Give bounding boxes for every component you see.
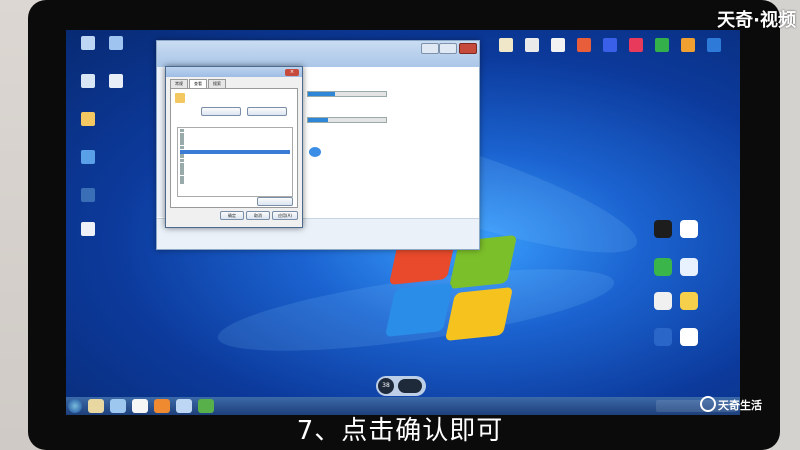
browser-icon[interactable] [680,220,698,238]
setting-row[interactable] [180,145,290,150]
app-icon [603,38,617,52]
app-icon[interactable] [680,292,698,310]
app-icon [577,38,591,52]
dialog-panel [170,88,298,208]
desktop-icon[interactable] [96,36,136,52]
setting-row-selected[interactable] [180,149,290,154]
dialog-tabs[interactable]: 常规 查看 搜索 [170,79,227,88]
network-icon [109,36,123,50]
setting-row[interactable] [180,141,290,146]
computer-icon [81,36,95,50]
app-icon[interactable] [680,328,698,346]
setting-row[interactable] [180,167,290,171]
gadget-value: 38 [378,378,394,394]
desktop-icon[interactable] [68,150,108,166]
desktop-icon[interactable] [68,188,108,204]
drive-item[interactable] [307,89,387,97]
apply-to-folders-button[interactable] [201,107,241,116]
app-icon[interactable] [654,292,672,310]
tab-general[interactable]: 常规 [170,79,188,88]
file-icon [499,38,513,52]
file-icon [551,38,565,52]
desktop-icon[interactable] [694,38,734,54]
wechat-icon[interactable] [654,258,672,276]
app-icon [681,38,695,52]
setting-row[interactable] [180,154,290,159]
minimize-icon[interactable] [421,43,439,54]
setting-row[interactable] [180,180,290,184]
shortcut-icon [81,150,95,164]
advanced-settings-list[interactable] [177,127,293,197]
file-icon [81,222,95,236]
subtitle-caption: 7、点击确认即可 [296,416,504,446]
maximize-icon[interactable] [439,43,457,54]
app-icon [655,38,669,52]
restore-defaults-button[interactable] [257,197,293,206]
desktop-icon[interactable] [68,222,108,238]
setting-row[interactable] [180,171,290,176]
watermark-top: 天奇·视频 [717,10,796,31]
folder-icon [81,112,95,126]
tab-search[interactable]: 搜索 [208,79,226,88]
tab-view[interactable]: 查看 [189,79,207,88]
recycle-bin-icon [81,74,95,88]
dialog-close-button[interactable]: × [285,69,299,76]
desktop-screen: × 常规 查看 搜索 确定 取消 应用(A) 38 [66,30,740,415]
folder-view-icon [175,93,185,103]
setting-row[interactable] [180,175,290,180]
explorer-titlebar[interactable] [157,41,479,67]
reset-folders-button[interactable] [247,107,287,116]
folder-options-dialog[interactable]: × 常规 查看 搜索 确定 取消 应用(A) [165,66,303,228]
drive-usage-bar [307,91,387,97]
ok-button[interactable]: 确定 [220,211,244,220]
cancel-button[interactable]: 取消 [246,211,270,220]
apply-button[interactable]: 应用(A) [272,211,298,220]
close-icon[interactable] [459,43,477,54]
windows-logo-yellow [444,286,514,342]
app-icon [707,38,721,52]
setting-row[interactable] [180,128,290,133]
setting-row[interactable] [180,158,290,163]
desktop-icon[interactable] [68,112,108,128]
app-icon [629,38,643,52]
gadget-meter [398,379,422,393]
performance-gadget[interactable]: 38 [376,376,426,396]
windows-logo-blue [384,282,454,338]
file-icon [525,38,539,52]
qq-icon[interactable] [654,220,672,238]
app-icon[interactable] [654,328,672,346]
setting-row[interactable] [180,137,290,141]
drive-usage-bar [307,117,387,123]
cloud-icon[interactable] [680,258,698,276]
document-icon [109,74,123,88]
cloud-drive-icon[interactable] [309,147,321,157]
drive-item[interactable] [307,115,387,123]
setting-row[interactable] [180,162,290,167]
setting-row[interactable] [180,132,290,137]
dialog-titlebar[interactable]: × [166,67,302,77]
shortcut-icon [81,188,95,202]
desktop-icon[interactable] [96,74,136,90]
